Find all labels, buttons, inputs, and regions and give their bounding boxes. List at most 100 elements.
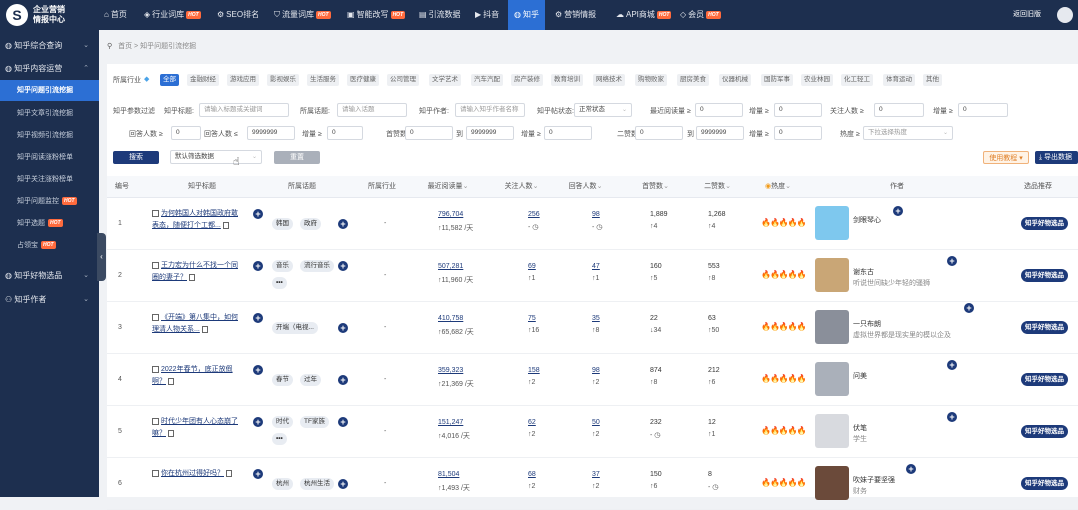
avatar[interactable] [815,466,849,500]
goods-recommend-button[interactable]: 知乎好物选品 [1021,373,1068,386]
sidebar-item-5[interactable]: 知乎问题监控 HOT [0,191,99,212]
title-input[interactable]: 请输入标题或关键词 [199,103,289,117]
question-title-link[interactable]: 王力宏为什么不找一个同圈的妻子？ [152,260,238,284]
sidebar-item-1[interactable]: 知乎文章引流挖掘 [0,103,99,124]
title-text[interactable]: 《开端》第八集中，如何理清人物关系... [152,314,238,333]
title-text[interactable]: 时代少年团有人心态崩了嘛？ [152,418,238,437]
industry-chip[interactable]: 国防军事 [761,74,793,86]
sidebar-item-3[interactable]: 知乎阅读涨粉榜单 [0,147,99,168]
topic-tag[interactable]: 春节 [272,374,293,386]
avatar[interactable] [815,362,849,396]
add-topic-icon[interactable]: + [338,261,348,271]
question-title-link[interactable]: 时代少年团有人心态崩了嘛？ [152,416,238,440]
add-icon[interactable]: + [253,417,263,427]
nav-4[interactable]: ▣ 智能改写 HOT [347,0,406,30]
likes2-to-input[interactable]: 9999999 [696,126,744,140]
likes2-inc-input[interactable]: 0 [774,126,822,140]
add-topic-icon[interactable]: + [338,219,348,229]
industry-chip[interactable]: 生活服务 [307,74,339,86]
qr-code-icon[interactable] [152,469,159,477]
sidebar-item-6[interactable]: 知乎选题 HOT [0,213,99,234]
sidebar-group-zhihu-content[interactable]: ◍ 知乎内容运营 ⌃ [0,58,99,80]
qr-code-icon[interactable] [152,209,159,217]
author-name[interactable]: 谢东古 [853,267,874,277]
column-header[interactable]: 最近阅读量⌄ [407,176,489,198]
follow-author-icon[interactable]: + [964,303,974,313]
industry-chip[interactable]: 金融财经 [187,74,219,86]
question-title-link[interactable]: 2022年春节，底正放假啊？ [152,364,238,388]
industry-chip[interactable]: 公司管理 [387,74,419,86]
copy-icon[interactable] [201,325,208,333]
title-text[interactable]: 王力宏为什么不找一个同圈的妻子？ [152,262,238,281]
question-title-link[interactable]: 你在杭州过得好吗？ [152,468,238,480]
back-to-old-version-link[interactable]: 返回旧版 [1013,0,1041,30]
follow-count[interactable]: 256 [528,211,540,218]
title-text[interactable]: 2022年春节，底正放假啊？ [152,366,233,385]
column-header[interactable]: 首赞数⌄ [628,176,683,198]
goods-recommend-button[interactable]: 知乎好物选品 [1021,477,1068,490]
add-topic-icon[interactable]: + [338,375,348,385]
answer-count[interactable]: 50 [592,419,600,426]
add-topic-icon[interactable]: + [338,323,348,333]
industry-chip[interactable]: 网络技术 [593,74,625,86]
follow-min-input[interactable]: 0 [874,103,924,117]
read-count[interactable]: 81,504 [438,471,459,478]
sidebar-group-zhihu-query[interactable]: ◍ 知乎综合查询 ⌄ [0,35,99,57]
goods-recommend-button[interactable]: 知乎好物选品 [1021,269,1068,282]
brand-logo[interactable]: S 企业营销 情报中心 [6,3,98,27]
column-header[interactable]: ◉热度⌄ [753,176,803,198]
more-tags-button[interactable]: ••• [272,433,287,445]
nav-1[interactable]: ◈ 行业词库 HOT [144,0,201,30]
nav-0[interactable]: ⌂ 首页 [104,0,127,30]
follow-count[interactable]: 75 [528,315,536,322]
follow-author-icon[interactable]: + [947,256,957,266]
follow-count[interactable]: 69 [528,263,536,270]
goods-recommend-button[interactable]: 知乎好物选品 [1021,425,1068,438]
question-title-link[interactable]: 《开端》第八集中，如何理清人物关系... [152,312,238,336]
add-icon[interactable]: + [253,209,263,219]
answer-max-input[interactable]: 9999999 [247,126,295,140]
add-topic-icon[interactable]: + [338,417,348,427]
industry-chip[interactable]: 仪器机械 [719,74,751,86]
add-icon[interactable]: + [253,469,263,479]
industry-chip[interactable]: 农业林园 [801,74,833,86]
goods-recommend-button[interactable]: 知乎好物选品 [1021,217,1068,230]
column-header[interactable]: 回答人数⌄ [558,176,613,198]
copy-icon[interactable] [189,273,195,281]
export-button[interactable]: ⤓ 导出数据 [1035,151,1078,164]
copy-icon[interactable] [168,377,174,385]
topic-tag[interactable]: 音乐 [272,260,293,272]
follow-author-icon[interactable]: + [947,412,957,422]
avatar[interactable] [815,258,849,292]
sidebar-item-2[interactable]: 知乎视频引流挖掘 [0,125,99,146]
nav-8[interactable]: ⚙ 营销情报 [555,0,596,30]
answer-count[interactable]: 98 [592,211,600,218]
sort-select[interactable]: 默认筛选数据 ⌄ [170,150,262,164]
topic-tag[interactable]: 韩国 [272,218,293,230]
title-text[interactable]: 你在杭州过得好吗？ [161,470,224,477]
follow-count[interactable]: 158 [528,367,540,374]
copy-icon[interactable] [226,469,232,477]
user-avatar[interactable] [1057,7,1073,23]
add-topic-icon[interactable]: + [338,479,348,489]
follow-inc-input[interactable]: 0 [958,103,1008,117]
sidebar-group-zhihu-author[interactable]: ⚇ 知乎作者 ⌄ [0,289,99,311]
likes-from-input[interactable]: 0 [405,126,453,140]
answer-count[interactable]: 35 [592,315,600,322]
sidebar-group-zhihu-goods[interactable]: ◍ 知乎好物选品 ⌄ [0,265,99,287]
industry-chip[interactable]: 游戏应用 [227,74,259,86]
column-header[interactable]: 关注人数⌄ [494,176,549,198]
search-button[interactable]: 搜索 [113,151,159,164]
industry-chip[interactable]: 全部 [160,74,179,86]
add-icon[interactable]: + [253,365,263,375]
answer-count[interactable]: 98 [592,367,600,374]
topic-tag[interactable]: 过年 [300,374,321,386]
industry-chip[interactable]: 房产装修 [511,74,543,86]
answer-min-input[interactable]: 0 [171,126,201,140]
author-name[interactable]: 伏笔 [853,423,867,433]
topic-tag[interactable]: 杭州 [272,478,293,490]
nav-7[interactable]: ◍ 知乎 [508,0,545,30]
avatar[interactable] [815,414,849,448]
avatar[interactable] [815,206,849,240]
likes-to-input[interactable]: 9999999 [466,126,514,140]
